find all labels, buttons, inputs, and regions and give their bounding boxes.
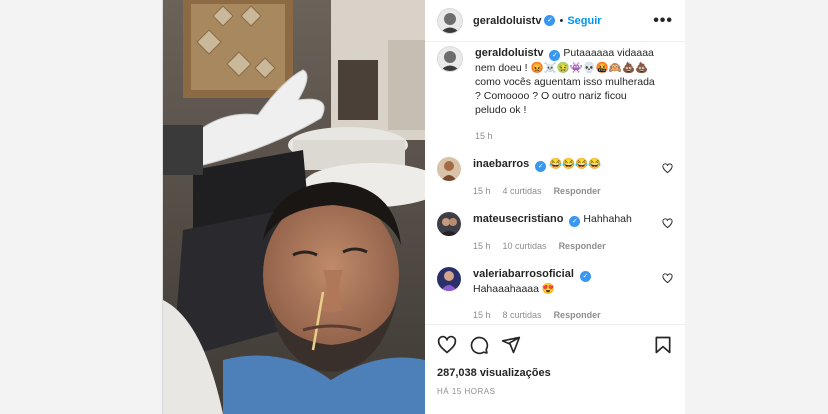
caption-meta: 15 h	[475, 129, 657, 143]
comment-item: valeriabarrosoficial ✓ Hahaaahaaaa 😍 15 h…	[437, 267, 673, 322]
comment-meta: 15 h 8 curtidas Responder	[473, 308, 657, 322]
caption-username[interactable]: geraldoluistv	[475, 47, 543, 59]
caption-time[interactable]: 15 h	[475, 129, 493, 143]
comments-list[interactable]: geraldoluistv ✓ Putaaaaaa vidaaaa nem doe…	[425, 42, 685, 322]
comment-item: inaebarros ✓ 😂😂😂😂 15 h 4 curtidas Respond…	[437, 157, 673, 198]
comment-time[interactable]: 15 h	[473, 239, 491, 253]
comment-username[interactable]: valeriabarrosoficial	[473, 268, 574, 280]
heart-icon[interactable]	[437, 335, 457, 355]
verified-badge-icon: ✓	[569, 216, 581, 227]
follow-button[interactable]: Seguir	[567, 15, 601, 27]
post-actions	[437, 335, 673, 355]
comment-text: Hahhahah	[583, 213, 632, 225]
verified-badge-icon: ✓	[535, 161, 547, 172]
comment-item: mateusecristiano ✓ Hahhahah 15 h 10 curti…	[437, 212, 673, 253]
comment-body: inaebarros ✓ 😂😂😂😂 15 h 4 curtidas Respond…	[473, 157, 673, 198]
comment-username[interactable]: inaebarros	[473, 158, 529, 170]
comment-text: Hahaaahaaaa 😍	[473, 283, 555, 295]
reply-button[interactable]: Responder	[554, 184, 601, 198]
post-photo[interactable]	[163, 0, 425, 414]
comment-likes[interactable]: 4 curtidas	[503, 184, 542, 198]
post-header: geraldoluistv ✓ • Seguir •••	[425, 0, 685, 42]
reply-button[interactable]: Responder	[559, 239, 606, 253]
author-username[interactable]: geraldoluistv	[473, 15, 541, 27]
comment-body: valeriabarrosoficial ✓ Hahaaahaaaa 😍 15 h…	[473, 267, 673, 322]
commenter-avatar[interactable]	[437, 212, 461, 236]
comment-heart-icon[interactable]	[662, 218, 673, 229]
comment-heart-icon[interactable]	[662, 163, 673, 174]
post-timestamp[interactable]: HÁ 15 HORAS	[437, 387, 673, 396]
bookmark-icon[interactable]	[653, 335, 673, 355]
post-sidebar: geraldoluistv ✓ • Seguir ••• geraldoluis…	[425, 0, 685, 414]
comment-meta: 15 h 10 curtidas Responder	[473, 239, 657, 253]
comment-time[interactable]: 15 h	[473, 308, 491, 322]
comment-text: 😂😂😂😂	[549, 158, 602, 170]
instagram-post: geraldoluistv ✓ • Seguir ••• geraldoluis…	[162, 0, 685, 414]
verified-badge-icon: ✓	[579, 271, 591, 282]
comment-likes[interactable]: 10 curtidas	[503, 239, 547, 253]
comment-likes[interactable]: 8 curtidas	[503, 308, 542, 322]
action-bar: 287,038 visualizações HÁ 15 HORAS	[425, 324, 685, 414]
verified-badge-icon: ✓	[544, 15, 556, 26]
view-count: 287,038 visualizações	[437, 367, 551, 379]
salon-selfie-image	[163, 0, 425, 414]
commenter-avatar[interactable]	[437, 157, 461, 181]
comment-heart-icon[interactable]	[662, 273, 673, 284]
commenter-avatar[interactable]	[437, 267, 461, 291]
caption-avatar[interactable]	[437, 46, 463, 72]
separator-dot: •	[559, 14, 564, 27]
share-icon[interactable]	[501, 335, 521, 355]
reply-button[interactable]: Responder	[554, 308, 601, 322]
author-avatar[interactable]	[437, 7, 463, 34]
comment-time[interactable]: 15 h	[473, 184, 491, 198]
more-options-icon[interactable]: •••	[653, 12, 673, 30]
comment-icon[interactable]	[469, 335, 489, 355]
comment-meta: 15 h 4 curtidas Responder	[473, 184, 657, 198]
comment-body: mateusecristiano ✓ Hahhahah 15 h 10 curti…	[473, 212, 673, 253]
verified-badge-icon: ✓	[549, 50, 561, 61]
caption: geraldoluistv ✓ Putaaaaaa vidaaaa nem doe…	[437, 46, 673, 143]
caption-body: geraldoluistv ✓ Putaaaaaa vidaaaa nem doe…	[475, 46, 673, 143]
comment-username[interactable]: mateusecristiano	[473, 213, 563, 225]
